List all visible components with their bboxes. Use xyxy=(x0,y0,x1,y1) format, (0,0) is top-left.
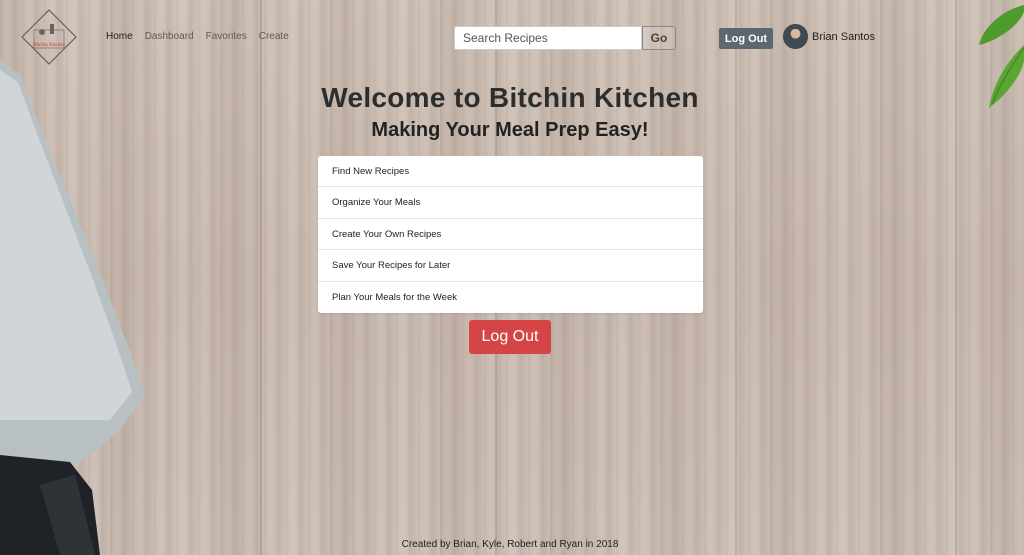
svg-text:Bitchin Kitchen: Bitchin Kitchen xyxy=(33,43,65,48)
page-title: Welcome to Bitchin Kitchen xyxy=(321,82,699,113)
logo-icon: Bitchin Kitchen xyxy=(21,9,77,65)
user-name: Brian Santos xyxy=(812,30,875,43)
footer-credits: Created by Brian, Kyle, Robert and Ryan … xyxy=(401,539,619,550)
nav-create[interactable]: Create xyxy=(259,31,289,42)
list-item: Save Your Recipes for Later xyxy=(318,250,703,282)
search-bar: Go xyxy=(454,26,676,50)
nav-home[interactable]: Home xyxy=(106,31,133,42)
header-logout-button[interactable]: Log Out xyxy=(719,28,773,49)
list-item: Plan Your Meals for the Week xyxy=(332,291,457,303)
site-logo[interactable]: Bitchin Kitchen xyxy=(20,8,78,66)
search-go-button[interactable]: Go xyxy=(642,26,676,50)
page-subtitle: Making Your Meal Prep Easy! xyxy=(371,119,649,141)
main-nav: Home Dashboard Favorites Create xyxy=(106,31,301,42)
search-input[interactable] xyxy=(454,26,642,50)
list-item: Create Your Own Recipes xyxy=(318,219,703,251)
list-item: Organize Your Meals xyxy=(318,187,703,219)
nav-favorites[interactable]: Favorites xyxy=(206,31,247,42)
user-profile[interactable]: Brian Santos xyxy=(783,24,875,49)
list-item: Find New Recipes xyxy=(318,156,703,188)
logout-button[interactable]: Log Out xyxy=(469,320,551,354)
nav-dashboard[interactable]: Dashboard xyxy=(145,31,194,42)
avatar[interactable] xyxy=(783,24,808,49)
feature-list: Find New Recipes Organize Your Meals Cre… xyxy=(318,156,703,313)
